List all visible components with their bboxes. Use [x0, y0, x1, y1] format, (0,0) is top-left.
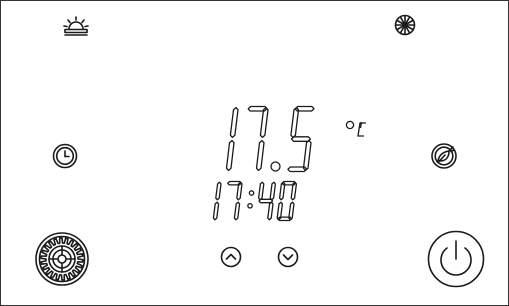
time-segment-b: [269, 181, 277, 201]
temperature-unit: °C: [344, 119, 376, 141]
settings-button[interactable]: [34, 231, 90, 287]
temperature-segment-g: [290, 136, 312, 142]
power-icon: [427, 230, 485, 288]
temperature-up-button[interactable]: [220, 246, 242, 268]
time-segment-f: [257, 181, 265, 201]
snowflake-icon: [394, 14, 416, 36]
temperature-segment-c: [255, 139, 265, 172]
time-segment-b: [215, 181, 222, 201]
temperature-down-button[interactable]: [277, 246, 299, 268]
temperature-segment-c: [302, 139, 312, 172]
temperature-decimal-point: [270, 161, 281, 172]
settings-gear-icon: [35, 232, 89, 286]
temperature-digits: [225, 105, 315, 173]
temperature-digit: [225, 106, 239, 172]
time-segment-c: [212, 201, 220, 221]
time-digit: [227, 180, 243, 221]
time-digit: [257, 181, 277, 221]
temperature-segment-b: [229, 106, 239, 139]
temperature-digit: [287, 105, 315, 173]
time-display: [201, 180, 304, 223]
gear-teeth-outline: [40, 237, 84, 281]
schedule-button[interactable]: [52, 143, 78, 169]
time-colon-dot: [248, 190, 255, 196]
time-colon-dot: [247, 202, 253, 209]
sun-heat-icon: [61, 14, 91, 38]
eco-leaf-icon: [431, 143, 457, 169]
temperature-segment-b: [259, 106, 269, 139]
time-segment-c: [233, 201, 241, 221]
temperature-digit: [247, 105, 269, 172]
chevron-up-icon: [220, 246, 242, 268]
clock-schedule-icon: [52, 143, 78, 169]
temperature-segment-c: [225, 139, 235, 172]
eco-mode-button[interactable]: [430, 142, 458, 170]
chevron-down-icon: [277, 246, 299, 268]
time-digit: [276, 180, 298, 222]
temperature-segment-f: [290, 106, 300, 139]
thermostat-panel: °C: [0, 0, 509, 306]
time-digits: [212, 180, 298, 222]
time-segment-g: [258, 198, 274, 204]
time-segment-c: [267, 201, 274, 221]
temperature-display: [209, 105, 326, 174]
time-digit: [212, 181, 222, 221]
power-button[interactable]: [426, 229, 486, 289]
